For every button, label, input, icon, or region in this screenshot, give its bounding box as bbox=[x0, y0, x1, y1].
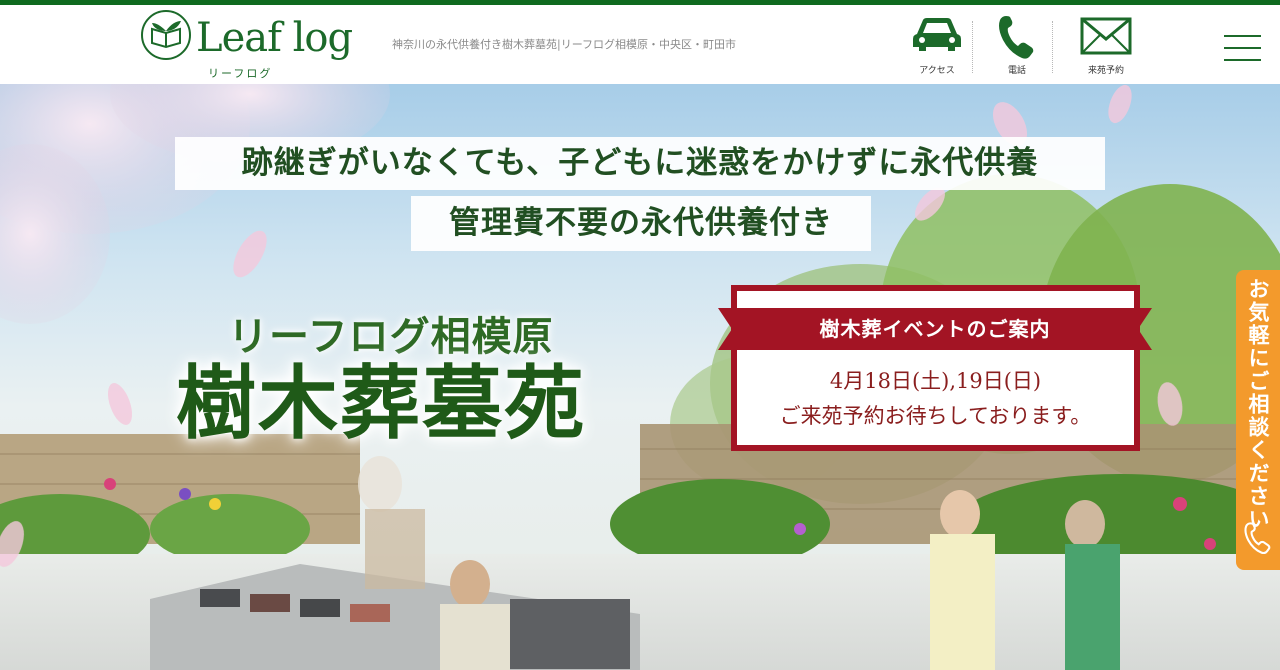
nav-reservation-label: 来苑予約 bbox=[1087, 66, 1124, 76]
logo-subtext: リーフログ bbox=[208, 67, 273, 80]
hamburger-icon[interactable] bbox=[1224, 33, 1261, 63]
hero-headline-1: 跡継ぎがいなくても、子どもに迷惑をかけずに永代供養 bbox=[175, 137, 1105, 190]
consultation-tab-text: お気軽にご相談ください bbox=[1246, 278, 1270, 531]
phone-icon bbox=[999, 16, 1034, 59]
nav-divider bbox=[972, 21, 973, 73]
nav-reservation[interactable]: 来苑予約 bbox=[1066, 5, 1146, 84]
nav-phone-label: 電話 bbox=[1007, 66, 1026, 76]
hero-headline-2: 管理費不要の永代供養付き bbox=[411, 196, 871, 251]
mail-icon bbox=[1080, 17, 1132, 55]
consultation-side-tab[interactable]: お気軽にご相談ください bbox=[1236, 270, 1280, 570]
hero-title-large: 樹木葬墓苑 bbox=[176, 356, 586, 450]
event-ribbon: 樹木葬イベントのご案内 bbox=[718, 304, 1152, 354]
leaf-book-logo-icon bbox=[141, 10, 191, 60]
nav-access[interactable]: アクセス bbox=[897, 5, 977, 84]
site-header: Leaf log リーフログ 神奈川の永代供養付き樹木葬墓苑|リーフログ相模原・… bbox=[0, 5, 1280, 84]
event-date: 4月18日(土),19日(日) bbox=[829, 369, 1042, 393]
logo-text: Leaf log bbox=[196, 15, 353, 61]
nav-divider bbox=[1052, 21, 1053, 73]
site-logo[interactable]: Leaf log リーフログ bbox=[140, 9, 353, 81]
nav-access-label: アクセス bbox=[919, 66, 955, 76]
nav-phone[interactable]: 電話 bbox=[977, 5, 1057, 84]
event-ribbon-text: 樹木葬イベントのご案内 bbox=[819, 317, 1051, 341]
site-tagline: 神奈川の永代供養付き樹木葬墓苑|リーフログ相模原・中央区・町田市 bbox=[392, 38, 737, 51]
car-icon bbox=[913, 18, 961, 51]
event-description: ご来苑予約お待ちしております。 bbox=[779, 404, 1092, 428]
phone-icon bbox=[1244, 522, 1271, 554]
